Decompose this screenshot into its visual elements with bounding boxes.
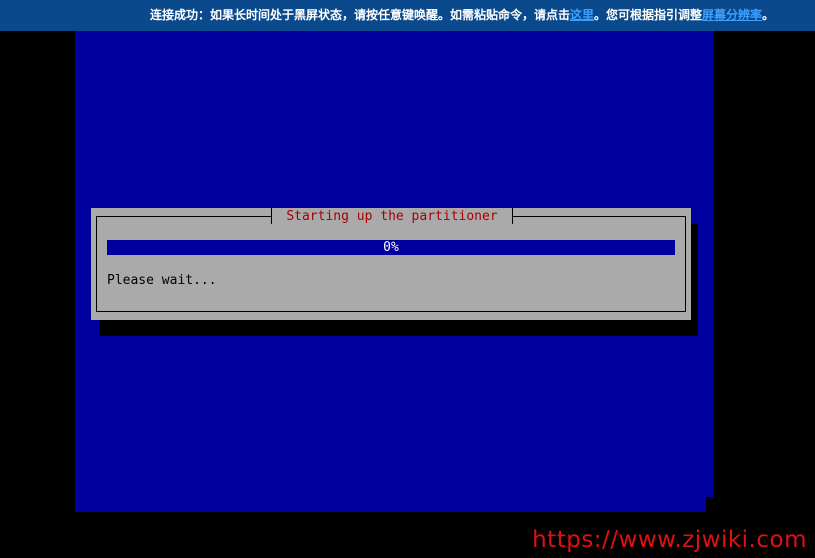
connection-notice-bar: 连接成功：如果长时间处于黑屏状态，请按任意键唤醒。如需粘贴命令，请点击这里。您可…: [0, 0, 815, 31]
dialog-title-right-tick: [512, 208, 513, 224]
status-message: Please wait...: [107, 273, 217, 288]
dialog-title: Starting up the partitioner: [272, 208, 512, 225]
screen-corner-gap: [706, 497, 714, 512]
progress-percent-label: 0%: [383, 240, 399, 255]
progress-bar: 0%: [107, 240, 675, 255]
partitioner-dialog: Starting up the partitioner 0% Please wa…: [91, 208, 691, 320]
notice-text-2: 。您可根据指引调整: [594, 8, 703, 22]
dialog-frame: [96, 216, 686, 312]
paste-command-link[interactable]: 这里: [570, 8, 594, 22]
site-watermark: https://www.zjwiki.com: [532, 527, 807, 553]
screen-resolution-link[interactable]: 屏幕分辨率: [702, 8, 762, 22]
notice-text-3: 。: [762, 8, 775, 22]
notice-text-1: 连接成功：如果长时间处于黑屏状态，请按任意键唤醒。如需粘贴命令，请点击: [150, 8, 571, 22]
